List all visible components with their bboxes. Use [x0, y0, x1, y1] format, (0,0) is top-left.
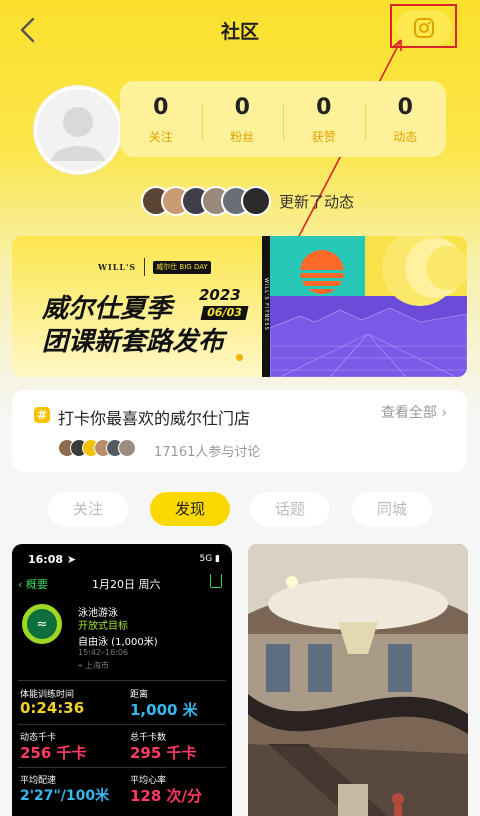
- metric-value: 2'27"/100米: [20, 788, 110, 804]
- banner-artwork: [270, 236, 467, 377]
- tab-nearby[interactable]: 同城: [352, 492, 432, 526]
- banner-date: 06/03: [200, 306, 249, 320]
- stat-likes[interactable]: 0 获赞: [283, 94, 365, 145]
- metric-value: 128 次/分: [130, 787, 203, 805]
- metric-value: 0:24:36: [20, 699, 85, 717]
- summary-back-link: ‹ 概要: [18, 578, 48, 591]
- updates-text: 更新了动态: [279, 192, 355, 211]
- topic-title: 打卡你最喜欢的威尔仕门店: [58, 409, 251, 428]
- promo-banner[interactable]: WILL'S 威尔仕 BIG DAY 威尔仕夏季 2023 06/03 团课新套…: [12, 236, 467, 377]
- avatar[interactable]: [34, 86, 122, 174]
- stat-value: 0: [234, 94, 250, 120]
- stat-label: 粉丝: [230, 129, 255, 144]
- post-card-photo[interactable]: [248, 544, 468, 816]
- stat-value: 0: [153, 94, 169, 120]
- divider: [18, 767, 226, 768]
- banner-headline-1: 威尔仕夏季: [42, 294, 173, 324]
- brand-row: WILL'S 威尔仕 BIG DAY: [98, 258, 211, 276]
- tab-following[interactable]: 关注: [48, 492, 128, 526]
- status-network: 5G ▮: [199, 554, 220, 564]
- stat-value: 0: [316, 94, 332, 120]
- status-time: 16:08 ➤: [28, 553, 77, 566]
- tab-discover[interactable]: 发现: [150, 492, 230, 526]
- divider: [18, 724, 226, 725]
- hashtag-icon: #: [34, 407, 50, 423]
- stat-followers[interactable]: 0 粉丝: [201, 94, 284, 145]
- metric-value: 1,000 米: [130, 701, 198, 719]
- workout-stroke: 自由泳 (1,000米): [78, 637, 158, 648]
- workout-location: ⌖ 上海市: [78, 661, 110, 670]
- workout-goal: 开放式目标: [78, 621, 128, 632]
- workout-date: 1月20日 周六: [92, 578, 161, 591]
- tab-topics[interactable]: 话题: [250, 492, 330, 526]
- default-avatar-icon: [37, 89, 119, 171]
- share-icon: [210, 574, 222, 588]
- staircase-photo: [248, 544, 468, 816]
- workout-time-range: 15:42–16:06: [78, 648, 129, 657]
- highlight-box: [390, 4, 457, 48]
- brand-logo: WILL'S: [98, 262, 137, 272]
- brand-divider: [144, 258, 146, 276]
- metric-value: 256 千卡: [20, 744, 87, 762]
- stat-label: 获赞: [311, 129, 336, 144]
- post-card-workout[interactable]: 16:08 ➤ 5G ▮ ‹ 概要 1月20日 周六 ≈ 泳池游泳 开放式目标 …: [12, 544, 232, 816]
- stat-value: 0: [397, 94, 413, 120]
- avatar: [118, 439, 136, 457]
- avatar: [241, 186, 271, 216]
- banner-side-text: WILL'S FITNESS: [263, 278, 269, 331]
- feed-tabs: 关注 发现 话题 同城: [0, 492, 480, 526]
- divider: [18, 680, 226, 681]
- sub-brand-logo: 威尔仕 BIG DAY: [153, 260, 211, 274]
- swim-icon: ≈: [22, 604, 62, 644]
- stat-following[interactable]: 0 关注: [120, 94, 202, 145]
- updates-row[interactable]: 更新了动态: [141, 184, 354, 218]
- metric-value: 295 千卡: [130, 744, 197, 762]
- banner-headline-2: 团课新套路发布: [42, 327, 225, 357]
- stat-label: 动态: [393, 129, 418, 144]
- participant-count: 17161人参与讨论: [154, 445, 261, 460]
- stat-posts[interactable]: 0 动态: [364, 94, 447, 145]
- stats-panel: 0 关注 0 粉丝 0 获赞 0 动态: [120, 81, 446, 157]
- banner-year: 2023: [199, 286, 241, 304]
- stat-label: 关注: [148, 129, 173, 144]
- participant-avatars: [58, 439, 136, 457]
- topic-card[interactable]: # 打卡你最喜欢的威尔仕门店 查看全部 › 17161人参与讨论: [12, 390, 467, 472]
- see-all-link[interactable]: 查看全部 ›: [381, 402, 447, 422]
- carousel-indicator: [236, 354, 243, 361]
